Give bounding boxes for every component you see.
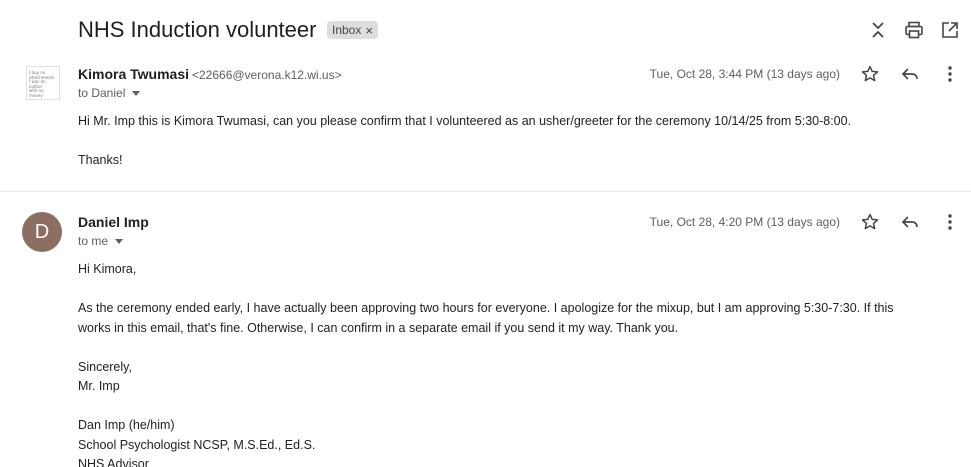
sender-name[interactable]: Daniel Imp: [78, 214, 149, 230]
body-line: [78, 338, 894, 358]
more-options-icon[interactable]: [938, 210, 962, 234]
star-icon[interactable]: [858, 62, 882, 86]
sender-name[interactable]: Kimora Twumasi: [78, 66, 189, 82]
reply-icon[interactable]: [898, 62, 922, 86]
more-options-icon[interactable]: [938, 62, 962, 86]
body-line: Mr. Imp: [78, 379, 120, 393]
recipients-dropdown[interactable]: to me: [78, 234, 124, 248]
body-line: Thanks!: [78, 153, 123, 167]
recipients-label: to Daniel: [78, 86, 126, 100]
star-icon[interactable]: [858, 210, 882, 234]
body-line: [78, 397, 894, 417]
body-line: works in this email, that's fine. Otherw…: [78, 320, 679, 335]
chevron-down-icon: [132, 90, 141, 96]
body-line: Hi Mr. Imp this is Kimora Twumasi, can y…: [78, 114, 852, 128]
sender-email: <22666@verona.k12.wi.us>: [192, 68, 342, 82]
email-subject: NHS Induction volunteer: [78, 17, 317, 42]
recipients-label: to me: [78, 234, 109, 248]
body-line: Hi Kimora,: [78, 262, 137, 276]
avatar: D: [22, 212, 62, 252]
inbox-label-chip[interactable]: Inbox ×: [327, 21, 378, 39]
message-date: Tue, Oct 28, 3:44 PM (13 days ago): [649, 67, 840, 81]
body-line: As the ceremony ended early, I have actu…: [78, 301, 894, 315]
label-text: Inbox: [332, 23, 362, 37]
chevron-down-icon: [115, 238, 124, 244]
print-icon[interactable]: [902, 18, 926, 42]
recipients-dropdown[interactable]: to Daniel: [78, 86, 141, 100]
collapse-all-icon[interactable]: [866, 18, 890, 42]
open-in-new-window-icon[interactable]: [938, 18, 962, 42]
body-line: Dan Imp (he/him): [78, 418, 175, 432]
message-divider: [0, 191, 971, 192]
body-line: Sincerely,: [78, 359, 132, 374]
body-line: NHS Advisor: [78, 457, 149, 467]
message-date: Tue, Oct 28, 4:20 PM (13 days ago): [649, 215, 840, 229]
body-line: [78, 132, 851, 152]
message-1-body: Hi Mr. Imp this is Kimora Twumasi, can y…: [78, 112, 851, 171]
sender-avatar-image: I buy no attachments. I was an author with …: [26, 66, 60, 100]
remove-label-icon[interactable]: ×: [365, 23, 373, 38]
body-line: [78, 280, 894, 300]
reply-icon[interactable]: [898, 210, 922, 234]
message-2-body: Hi Kimora, As the ceremony ended early, …: [78, 260, 894, 467]
message-1-header: Kimora Twumasi <22666@verona.k12.wi.us>: [78, 66, 342, 82]
body-line: School Psychologist NCSP, M.S.Ed., Ed.S.: [78, 437, 316, 452]
